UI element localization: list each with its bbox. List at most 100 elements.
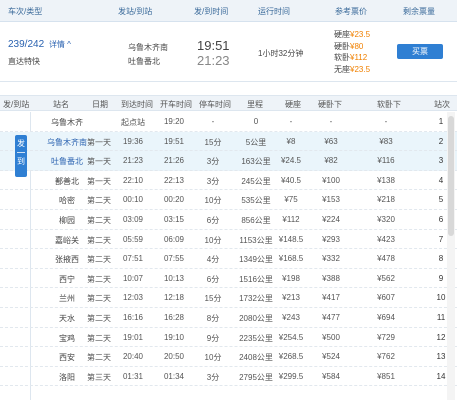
stop-day: 第二天 <box>87 313 111 323</box>
col-idx: 站次 <box>434 100 450 109</box>
stop-day: 第二天 <box>87 196 111 206</box>
table-scrollbar[interactable] <box>447 112 455 400</box>
side-tab-divider <box>17 152 25 153</box>
stop-station[interactable]: 兰州 <box>59 293 75 304</box>
header-prices: 参考票价 <box>335 7 367 16</box>
stop-arr: 03:09 <box>122 214 144 224</box>
stop-rw: ¥320 <box>377 214 395 224</box>
stop-dep: 19:51 <box>163 136 185 146</box>
stop-station[interactable]: 嘉峪关 <box>55 235 79 246</box>
stop-station[interactable]: 鄯善北 <box>55 176 79 187</box>
stop-yz: ¥112 <box>282 214 300 224</box>
stop-row: 宝鸡 第二天 19:01 19:10 9分 2235公里 ¥254.5 ¥500 ¥729 12 <box>0 328 457 348</box>
stop-station[interactable]: 洛阳 <box>59 372 75 383</box>
stop-station[interactable]: 哈密 <box>59 195 75 206</box>
fa-dao-side-tab[interactable]: 发 到 <box>15 135 27 177</box>
stop-row: 张掖西 第二天 07:51 07:55 4分 1349公里 ¥168.5 ¥332 ¥478 8 <box>0 249 457 269</box>
col-km: 里程 <box>247 100 263 109</box>
price-item: 硬卧¥80 <box>334 41 364 51</box>
stop-dep: 21:26 <box>163 156 185 166</box>
header-times: 发/到时间 <box>194 7 229 16</box>
stop-dep: 03:15 <box>163 214 185 224</box>
stop-stop: 10分 <box>204 353 222 363</box>
stop-stop: 6分 <box>206 215 220 225</box>
stop-yz: - <box>289 117 293 126</box>
stop-yw: ¥584 <box>322 371 340 381</box>
buy-ticket-button[interactable]: 买票 <box>397 44 443 59</box>
stop-yw: ¥100 <box>322 175 340 185</box>
stop-station[interactable]: 吐鲁番北 <box>51 156 83 167</box>
col-rw: 软卧下 <box>377 100 401 109</box>
stop-idx: 13 <box>436 352 446 362</box>
stop-row: 天水 第二天 16:16 16:28 8分 2080公里 ¥243 ¥477 ¥694 11 <box>0 308 457 328</box>
train-number-text[interactable]: 239/242 <box>8 39 44 50</box>
stop-station[interactable]: 柳园 <box>59 215 75 226</box>
stop-idx: 7 <box>438 234 444 244</box>
side-tab-dao[interactable]: 到 <box>15 155 27 168</box>
stop-arr: 起点站 <box>121 118 145 127</box>
stop-yw: ¥153 <box>322 195 340 205</box>
stop-station[interactable]: 西宁 <box>59 274 75 285</box>
stop-arr: 10:07 <box>122 273 144 283</box>
stop-day: 第一天 <box>87 157 111 167</box>
stop-yz: ¥168.5 <box>278 254 304 264</box>
stop-km: 2235公里 <box>239 333 273 343</box>
stop-rw: ¥138 <box>377 175 395 185</box>
stop-day: 第二天 <box>87 353 111 363</box>
stop-row: 西安 第二天 20:40 20:50 10分 2408公里 ¥268.5 ¥524 ¥762 13 <box>0 347 457 367</box>
stop-arr: 22:10 <box>122 175 144 185</box>
stop-station[interactable]: 乌鲁木齐南 <box>47 137 87 148</box>
header-train-no: 车次/类型 <box>8 7 43 16</box>
stop-row: 柳园 第二天 03:09 03:15 6分 856公里 ¥112 ¥224 ¥320 6 <box>0 210 457 230</box>
stop-yz: ¥40.5 <box>280 175 302 185</box>
stop-km: 1153公里 <box>239 235 273 245</box>
train-number[interactable]: 239/242 详情 ^ <box>8 39 71 50</box>
stop-yz: ¥268.5 <box>278 352 304 362</box>
stop-day: 第二天 <box>87 333 111 343</box>
stop-day: 第二天 <box>87 235 111 245</box>
stop-stop: 15分 <box>204 137 222 147</box>
travel-duration: 1小时32分钟 <box>258 49 304 58</box>
stop-km: 535公里 <box>241 196 271 206</box>
col-depart: 开车时间 <box>160 100 192 109</box>
price-item: 软卧¥112 <box>334 53 368 62</box>
price-item: 硬座¥23.5 <box>334 30 371 39</box>
train-detail-toggle[interactable]: 详情 ^ <box>49 40 71 49</box>
stop-km: 856公里 <box>241 215 271 225</box>
to-station: 吐鲁番北 <box>128 57 160 66</box>
stop-yz: ¥243 <box>282 312 300 322</box>
stop-idx: 10 <box>436 293 446 303</box>
col-yz: 硬座 <box>285 100 301 109</box>
stop-arr: 01:31 <box>122 371 144 381</box>
stop-rw: ¥607 <box>377 293 395 303</box>
stop-rw: ¥423 <box>377 234 395 244</box>
stop-row: 乌鲁木齐 起点站 19:20 - 0 - - - 1 <box>0 112 457 132</box>
stops-table-header: 发/到站 站名 日期 到达时间 开车时间 停车时间 里程 硬座 硬卧下 软卧下 … <box>0 95 457 111</box>
stop-row: 兰州 第二天 12:03 12:18 15分 1732公里 ¥213 ¥417 ¥607 10 <box>0 288 457 308</box>
stop-yw: ¥82 <box>324 156 338 166</box>
stop-row: 吐鲁番北 第一天 21:23 21:26 3分 163公里 ¥24.5 ¥82 ¥116 3 <box>0 151 457 171</box>
stop-stop: 3分 <box>206 372 220 382</box>
stop-station[interactable]: 张掖西 <box>55 254 79 265</box>
stop-arr: 05:59 <box>122 234 144 244</box>
scrollbar-thumb[interactable] <box>448 116 454 236</box>
stop-station[interactable]: 乌鲁木齐 <box>51 117 83 128</box>
stop-station[interactable]: 西安 <box>59 352 75 363</box>
stop-yz: ¥254.5 <box>278 332 304 342</box>
header-duration: 运行时间 <box>258 7 290 16</box>
stop-rw: - <box>384 117 388 126</box>
stop-yw: ¥224 <box>322 214 340 224</box>
stop-arr: 00:10 <box>122 195 144 205</box>
stop-yw: ¥293 <box>322 234 340 244</box>
stop-station[interactable]: 宝鸡 <box>59 333 75 344</box>
stop-idx: 8 <box>438 254 444 264</box>
stop-station[interactable]: 天水 <box>59 313 75 324</box>
price-item: 无座¥23.5 <box>334 64 371 74</box>
stop-yz: ¥148.5 <box>278 234 304 244</box>
stop-idx: 6 <box>438 214 444 224</box>
stop-rw: ¥562 <box>377 273 395 283</box>
stop-km: 2795公里 <box>239 372 273 382</box>
stop-arr: 12:03 <box>122 293 144 303</box>
stop-dep: 00:20 <box>163 195 185 205</box>
side-tab-fa[interactable]: 发 <box>15 137 27 150</box>
